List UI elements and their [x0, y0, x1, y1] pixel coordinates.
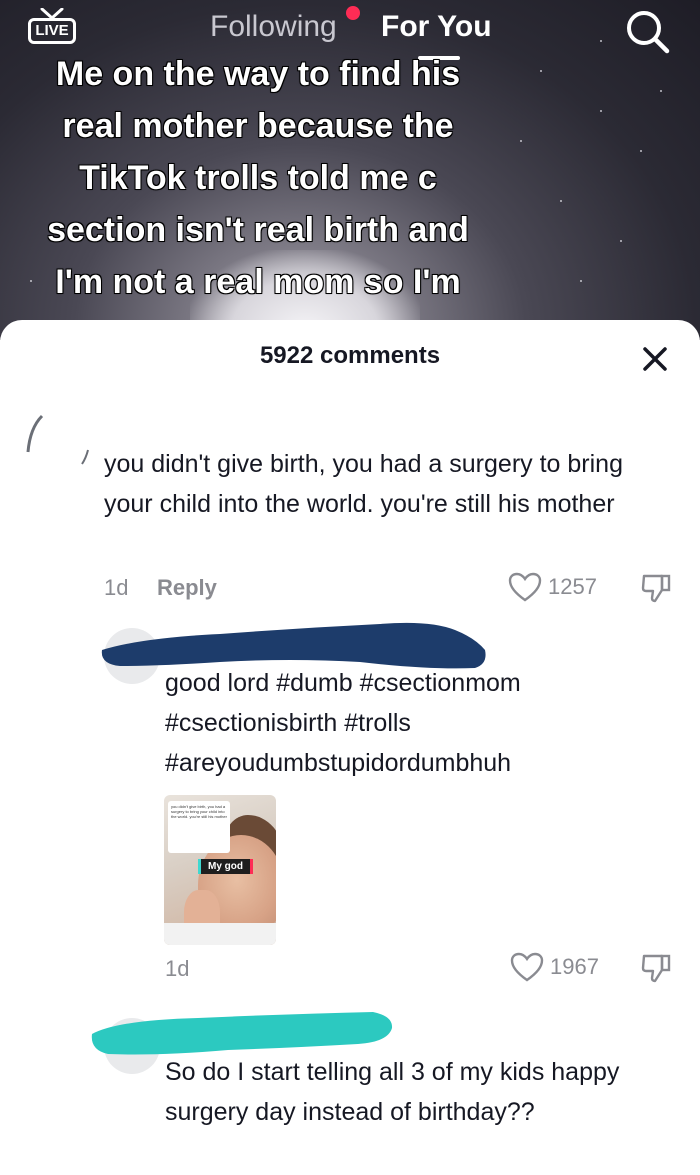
like-button[interactable]: 1257 — [508, 572, 597, 602]
star — [520, 140, 522, 142]
heart-icon — [510, 952, 544, 982]
comment-time: 1d — [104, 575, 129, 600]
live-button[interactable]: LIVE — [28, 8, 76, 46]
caption-line: section isn't real birth and — [47, 211, 469, 249]
avatar-image — [26, 414, 89, 465]
thumbnail-shirt — [164, 923, 276, 945]
avatar[interactable] — [22, 410, 92, 480]
dislike-icon[interactable] — [640, 572, 672, 604]
like-count: 1967 — [550, 954, 599, 979]
comment-item: you didn't give birth, you had a surgery… — [0, 400, 700, 610]
comment-time: 1d — [165, 956, 190, 981]
comments-count-title: 5922 comments — [259, 342, 441, 369]
comment-item: So do I start telling all 3 of my kids h… — [0, 1000, 700, 1175]
like-button[interactable]: 1967 — [510, 952, 599, 982]
star — [560, 200, 562, 202]
star — [600, 110, 602, 112]
video-background[interactable]: LIVE Following For You Me on the way to … — [0, 0, 700, 340]
live-label: LIVE — [28, 18, 76, 44]
thumbnail-caption: My god — [198, 859, 253, 874]
star — [660, 90, 662, 92]
comment-item: good lord #dumb #csectionmom #csectionis… — [0, 620, 700, 990]
search-icon[interactable] — [624, 8, 670, 54]
like-count: 1257 — [548, 574, 597, 599]
notification-dot — [346, 6, 360, 20]
star — [620, 240, 622, 242]
tab-following[interactable]: Following — [210, 10, 337, 44]
video-caption: Me on the way to find his real mother be… — [8, 48, 508, 308]
caption-line: TikTok trolls told me c — [79, 159, 437, 197]
star — [540, 70, 542, 72]
close-icon[interactable] — [640, 344, 670, 374]
video-reply-thumbnail[interactable]: you didn't give birth, you had a surgery… — [164, 795, 276, 945]
username-redaction — [91, 1012, 393, 1055]
dislike-icon[interactable] — [640, 952, 672, 984]
comments-sheet: 5922 comments you didn't give birth, you… — [0, 320, 700, 1175]
comment-text: So do I start telling all 3 of my kids h… — [165, 1058, 620, 1126]
star — [640, 150, 642, 152]
star — [580, 280, 582, 282]
caption-line: Me on the way to find his — [55, 55, 461, 93]
heart-icon — [508, 572, 542, 602]
comment-text: good lord #dumb #csectionmom #csectionis… — [165, 669, 521, 777]
tab-for-you[interactable]: For You — [381, 10, 492, 44]
comment-text: you didn't give birth, you had a surgery… — [104, 450, 623, 518]
caption-line: real mother because the — [62, 107, 454, 145]
reply-button[interactable]: Reply — [157, 575, 217, 601]
thumbnail-comment-sticker: you didn't give birth, you had a surgery… — [168, 801, 230, 853]
caption-line: I'm not a real mom so I'm — [55, 263, 461, 301]
